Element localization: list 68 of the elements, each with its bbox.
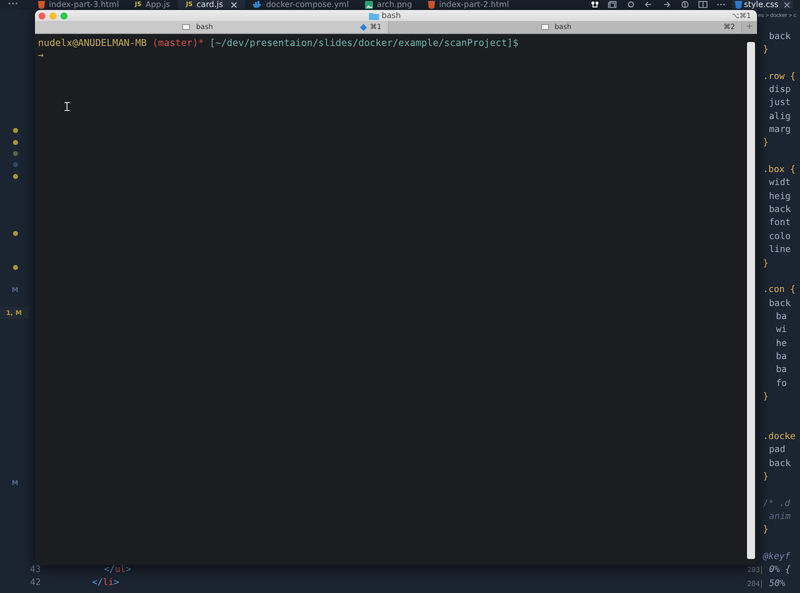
arrow-left-icon[interactable] (644, 1, 654, 8)
code-line: } (763, 258, 768, 269)
image-file-icon (364, 0, 373, 8)
circle-icon[interactable] (680, 1, 690, 8)
code-line: } (763, 472, 768, 482)
code-line: ba (775, 312, 787, 322)
branch-icon[interactable] (590, 1, 600, 8)
window-icon (540, 24, 549, 30)
code-line: .docke (763, 432, 796, 442)
code-line: .box { (763, 165, 796, 176)
code-line: .con { (763, 285, 796, 296)
code-line: heig (768, 192, 791, 202)
code-line: @keyf (763, 552, 790, 562)
line-number: 42 (30, 578, 42, 588)
code-line: back (768, 458, 791, 469)
split-icon[interactable] (698, 1, 708, 8)
code-line: wi (775, 325, 787, 336)
code-line: 50% (768, 578, 786, 589)
arrow-right-icon[interactable] (662, 1, 672, 8)
code-line: .row { (763, 72, 796, 82)
diamond-icon (360, 24, 368, 30)
code-line: 0% { (768, 565, 791, 576)
code-line: pad (768, 445, 786, 456)
code-line: just (768, 98, 791, 108)
code-line: colo (768, 232, 791, 242)
code-line: he (775, 338, 787, 349)
code-line: } (763, 45, 768, 56)
code-line: </li> (91, 578, 120, 588)
window-icon (182, 24, 190, 30)
line-number: 43 (30, 564, 42, 574)
code-line: fo (775, 378, 787, 389)
html-file-icon (38, 0, 45, 8)
prompt-line: nudelx@ANUDELMAN-MB (master)* [~/dev/presentaion/slides/docker/example/scanProject]$ (38, 38, 520, 50)
code-line: back (768, 205, 791, 216)
editor-tab[interactable]: style.css (732, 0, 794, 9)
code-line: </ul> (103, 564, 132, 574)
copy-icon[interactable] (608, 1, 618, 8)
editor-tab[interactable]: index-part-3.html (30, 0, 127, 9)
code-line: anim (768, 512, 791, 522)
close-icon (784, 2, 790, 8)
more-icon (8, 2, 18, 5)
editor-tab[interactable]: index-part-2.html (420, 0, 518, 9)
code-line: marg (768, 125, 791, 136)
window-title: bash (382, 11, 401, 20)
more-icon[interactable] (716, 1, 726, 8)
code-line: alig (768, 112, 791, 122)
code-line: disp (768, 85, 791, 96)
whale-icon (253, 1, 262, 8)
code-line: ba (775, 365, 787, 376)
code-line: } (763, 138, 768, 148)
code-line: } (763, 525, 768, 536)
css-file-icon (735, 0, 742, 8)
code-line: } (763, 392, 768, 402)
code-line: line (768, 245, 791, 256)
scrollbar[interactable] (747, 42, 755, 559)
code-line: back (768, 32, 791, 42)
code-line: back (768, 298, 791, 309)
code-line: widt (768, 178, 791, 188)
code-line: font (768, 218, 791, 228)
text-cursor-icon (64, 102, 70, 111)
editor-tab[interactable]: arch.png (356, 0, 420, 9)
code-line: /* .d (763, 498, 790, 509)
window-controls-icon (38, 12, 68, 20)
editor-tab[interactable]: docker-compose.yml (245, 0, 357, 9)
code-line: ba (775, 352, 787, 362)
prompt-arrow: → (38, 50, 44, 62)
html-file-icon (428, 0, 436, 8)
close-icon (231, 2, 238, 8)
